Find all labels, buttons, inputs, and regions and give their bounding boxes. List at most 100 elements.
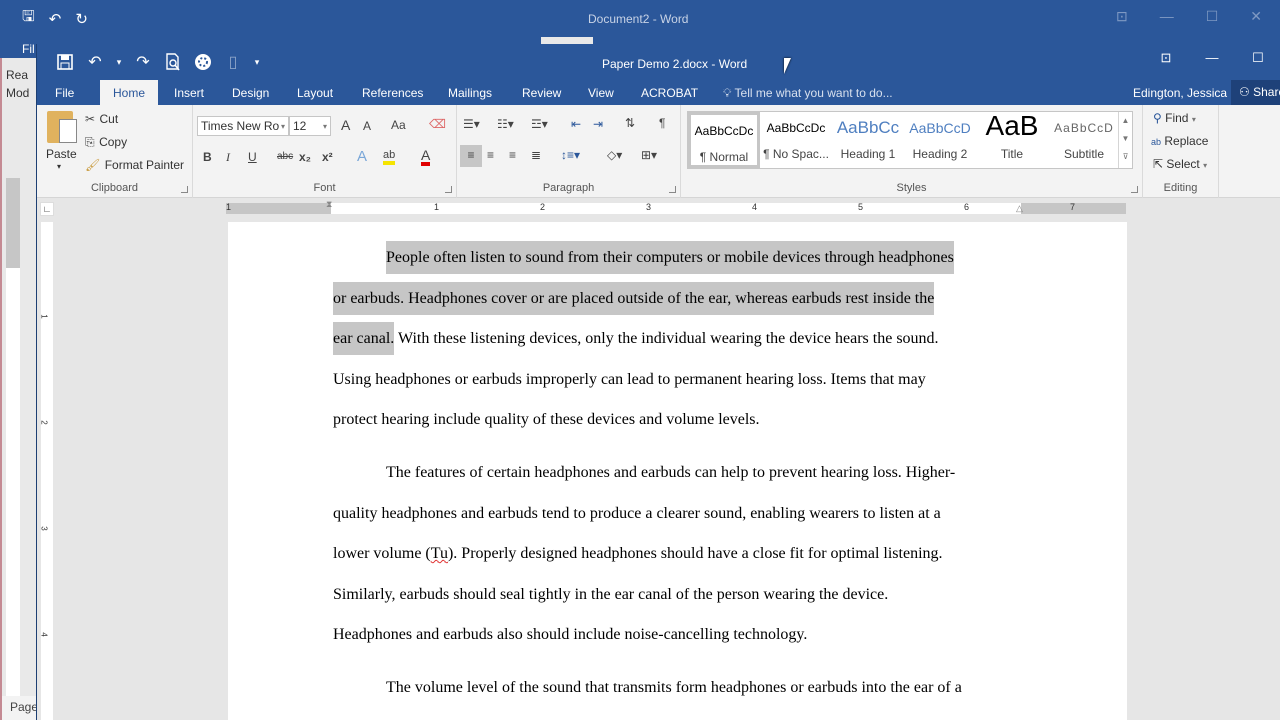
copy-button[interactable]: ⎘ Copy [85,133,127,151]
styles-dialog-launcher[interactable] [1131,186,1138,193]
style-no-spacing[interactable]: AaBbCcDc ¶ No Spac... [760,112,832,168]
document-body[interactable]: People often listen to sound from their … [333,241,1023,717]
bullets-button[interactable]: ☰▾ [463,117,480,131]
document-page[interactable]: People often listen to sound from their … [228,222,1127,720]
acrobat-icon[interactable] [193,52,213,72]
cut-button[interactable]: ✂ Cut [85,110,118,128]
redo-icon[interactable]: ↷ [133,52,153,72]
scroll-down-icon[interactable]: ▼ [1119,130,1132,148]
font-dialog-launcher[interactable] [445,186,452,193]
paste-button[interactable]: Paste ▾ [37,105,83,175]
editing-group: ⚲ Find ▾ ab Replace ⇱ Select ▾ Editing [1143,105,1219,198]
style-normal[interactable]: AaBbCcDc ¶ Normal [688,112,760,168]
tab-acrobat[interactable]: ACROBAT [641,86,698,100]
vertical-ruler[interactable]: 1 2 3 4 [39,222,53,720]
change-case-button[interactable]: Aa [391,118,406,132]
clear-formatting-icon[interactable]: ⌫ [429,117,446,131]
ruler-number: 2 [540,202,546,212]
cut-label: Cut [99,112,119,126]
customize-qat-icon[interactable]: ▾ [253,52,261,72]
undo-dropdown-icon[interactable]: ▾ [115,52,123,72]
bold-button[interactable]: B [203,150,212,164]
clipboard-dialog-launcher[interactable] [181,186,188,193]
tab-home[interactable]: Home [100,80,158,105]
tab-references[interactable]: References [362,86,423,100]
styles-scrollbar[interactable]: ▲ ▼ ⊽ [1118,112,1132,168]
tab-stop-selector[interactable]: ∟ [40,202,54,216]
numbering-button[interactable]: ☷▾ [497,117,514,131]
undo-icon: ↶ [48,10,62,28]
grow-font-button[interactable]: A [341,117,350,133]
save-icon[interactable] [55,52,75,72]
paragraph-dialog-launcher[interactable] [669,186,676,193]
italic-button[interactable]: I [226,150,230,165]
tell-me-search[interactable]: 💡︎ Tell me what you want to do... [723,86,893,101]
find-button[interactable]: ⚲ Find ▾ [1153,111,1196,125]
font-name-combobox[interactable]: Times New Ro ▾ [197,116,289,136]
copy-icon: ⎘ [85,135,95,149]
increase-indent-button[interactable]: ⇥ [593,117,603,131]
font-size-value: 12 [293,119,307,133]
tab-mailings[interactable]: Mailings [448,86,492,100]
style-subtitle[interactable]: AaBbCcD Subtitle [1048,112,1120,168]
horizontal-ruler[interactable]: 1 1 2 3 4 5 6 7 ⧗ △ [226,199,1126,214]
style-name: Title [1000,147,1024,161]
line-spacing-button[interactable]: ↕≡▾ [561,148,580,162]
show-hide-button[interactable]: ¶ [659,116,665,130]
undo-icon[interactable]: ↶ [85,52,105,72]
tab-view[interactable]: View [588,86,614,100]
minimize-button[interactable]: — [1189,50,1235,66]
underline-button[interactable]: U [248,150,257,164]
style-heading-2[interactable]: AaBbCcD Heading 2 [904,112,976,168]
ribbon-display-options-button[interactable]: ⊡ [1143,50,1189,66]
magnifier-icon: ⚲ [1153,111,1162,125]
user-account[interactable]: Edington, Jessica [1133,86,1227,100]
font-color-button[interactable]: A [421,148,431,166]
spelling-error[interactable]: Tu [431,545,448,562]
ribbon-tabs: File Home Insert Design Layout Reference… [37,80,1280,105]
shading-button[interactable]: ◇▾ [607,148,622,162]
right-indent-marker[interactable]: △ [1016,203,1023,214]
select-button[interactable]: ⇱ Select ▾ [1153,157,1207,171]
subscript-button[interactable]: x₂ [299,150,311,164]
superscript-button[interactable]: x² [322,150,333,164]
first-line-indent-marker[interactable]: ⧗ [326,199,332,210]
font-group-label: Font [313,182,336,194]
print-preview-icon[interactable] [163,52,183,72]
align-left-button[interactable]: ≡ [460,145,482,167]
decrease-indent-button[interactable]: ⇤ [571,117,581,131]
paragraph-spacing [333,449,1023,461]
align-center-button[interactable]: ≡ [487,148,494,162]
sort-button[interactable]: ⇅ [625,116,635,130]
justify-button[interactable]: ≣ [531,148,541,162]
replace-button[interactable]: ab Replace [1151,134,1208,148]
share-button[interactable]: ⚇ Share [1231,80,1280,105]
ruler-number: 3 [39,526,49,531]
strikethrough-button[interactable]: abc [277,151,293,162]
format-painter-button[interactable]: 🖌︎ Format Painter [85,156,184,174]
tab-insert[interactable]: Insert [174,86,204,100]
copy-label: Copy [99,135,128,149]
tab-review[interactable]: Review [522,86,561,100]
highlight-color-button[interactable]: ab [383,149,396,165]
text-line: or earbuds. Headphones cover or are plac… [333,281,1023,328]
scroll-up-icon[interactable]: ▲ [1119,112,1132,130]
touch-mode-icon[interactable]: ▯ [223,52,243,72]
tab-design[interactable]: Design [232,86,269,100]
font-size-combobox[interactable]: 12 ▾ [289,116,331,136]
style-title[interactable]: AaB Title [976,112,1048,168]
maximize-button[interactable]: ☐ [1235,50,1280,66]
repeat-icon: ↻ [75,10,88,28]
style-heading-1[interactable]: AaBbCc Heading 1 [832,112,904,168]
text-line: Similarly, earbuds should seal tightly i… [333,585,889,603]
text-effects-button[interactable]: A [357,148,367,165]
align-right-button[interactable]: ≡ [509,148,516,162]
more-styles-icon[interactable]: ⊽ [1119,148,1132,166]
multilevel-list-button[interactable]: ☲▾ [531,117,548,131]
tab-layout[interactable]: Layout [297,86,333,100]
tab-file[interactable]: File [55,86,74,100]
borders-button[interactable]: ⊞▾ [641,148,657,162]
shrink-font-button[interactable]: A [363,119,371,133]
window-controls: ⊡ — ☐ [1143,50,1280,66]
style-preview: AaBbCcD [1054,121,1114,135]
